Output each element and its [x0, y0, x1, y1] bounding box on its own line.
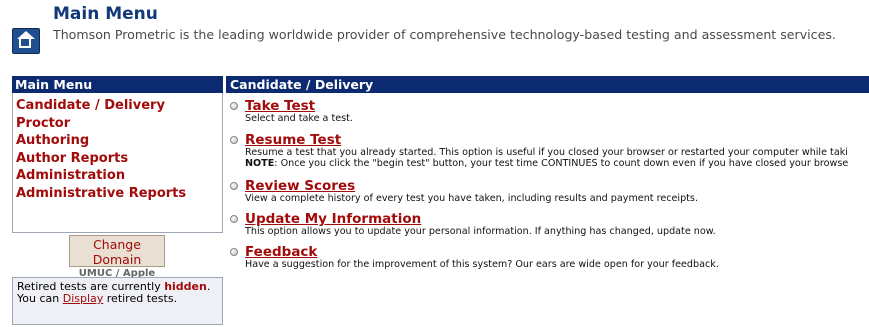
feedback-description: Have a suggestion for the improvement of…	[245, 259, 719, 270]
content-heading: Candidate / Delivery	[226, 76, 869, 93]
sidebar-item-author-reports[interactable]: Author Reports	[16, 150, 222, 168]
radio-bullet-icon[interactable]	[230, 182, 238, 190]
feedback-link[interactable]: Feedback	[245, 244, 317, 260]
review-scores-link[interactable]: Review Scores	[245, 178, 355, 194]
sidebar-item-administration[interactable]: Administration	[16, 167, 222, 185]
main-content: Candidate / Delivery Take Test Select an…	[226, 76, 869, 270]
retired-suffix: retired tests.	[106, 292, 178, 305]
sidebar-item-proctor[interactable]: Proctor	[16, 115, 222, 133]
resume-note-label: NOTE	[245, 158, 275, 170]
review-scores-description: View a complete history of every test yo…	[245, 193, 698, 204]
sidebar-item-administrative-reports[interactable]: Administrative Reports	[16, 185, 222, 203]
take-test-link[interactable]: Take Test	[245, 98, 315, 114]
resume-test-description: Resume a test that you already started. …	[245, 147, 848, 170]
take-test-description: Select and take a test.	[245, 113, 353, 124]
home-icon[interactable]	[12, 28, 40, 54]
page-title: Main Menu	[53, 4, 158, 24]
resume-test-desc-text: Resume a test that you already started. …	[245, 147, 848, 158]
radio-bullet-icon[interactable]	[230, 136, 238, 144]
resume-note-text: : Once you click the "begin test" button…	[274, 158, 849, 170]
change-domain-button[interactable]: Change Domain	[69, 235, 165, 267]
domain-panel: Change Domain UMUC / Apple	[67, 235, 167, 279]
update-information-link[interactable]: Update My Information	[245, 211, 421, 227]
radio-bullet-icon[interactable]	[230, 248, 238, 256]
sidebar-item-authoring[interactable]: Authoring	[16, 132, 222, 150]
retired-tests-notice: Retired tests are currently hidden. You …	[12, 277, 223, 325]
radio-bullet-icon[interactable]	[230, 102, 238, 110]
resume-test-link[interactable]: Resume Test	[245, 132, 341, 148]
sidebar-menu-box: Candidate / Delivery Proctor Authoring A…	[12, 93, 223, 233]
sidebar: Main Menu Candidate / Delivery Proctor A…	[12, 76, 223, 325]
update-information-description: This option allows you to update your pe…	[245, 226, 716, 237]
sidebar-menu: Candidate / Delivery Proctor Authoring A…	[13, 93, 222, 202]
radio-bullet-icon[interactable]	[230, 215, 238, 223]
display-retired-link[interactable]: Display	[63, 292, 104, 305]
page-tagline: Thomson Prometric is the leading worldwi…	[53, 27, 836, 42]
page-header: Main Menu Thomson Prometric is the leadi…	[9, 4, 869, 56]
sidebar-heading: Main Menu	[12, 76, 223, 93]
sidebar-item-candidate-delivery[interactable]: Candidate / Delivery	[16, 97, 222, 115]
